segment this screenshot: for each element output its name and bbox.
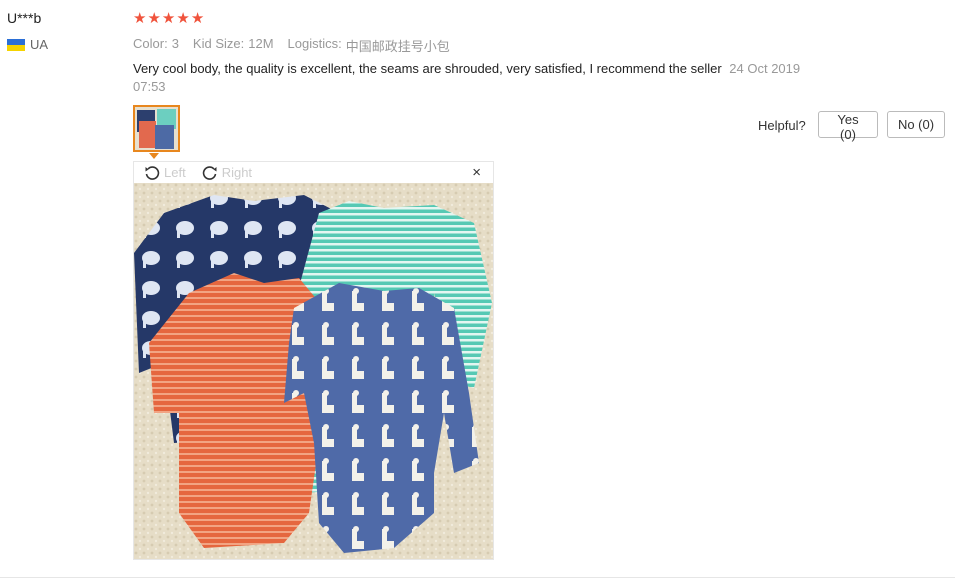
review-divider: [0, 577, 955, 578]
rotate-right-button[interactable]: Right: [202, 165, 252, 181]
star-icon: ★: [190, 10, 205, 27]
star-icon: ★: [147, 10, 161, 27]
thumbnail-image: [135, 107, 178, 150]
review-photo: [134, 183, 493, 559]
viewer-toolbar: Left Right ×: [134, 162, 493, 183]
rotate-left-button[interactable]: Left: [144, 165, 186, 181]
reviewer-country: UA: [7, 37, 48, 52]
thumbnail-pointer: [149, 153, 159, 159]
star-icon: ★: [176, 10, 190, 27]
logistics-value: 中国邮政挂号小包: [345, 39, 450, 54]
ukraine-flag-icon: [7, 38, 25, 51]
review-photo-image: [134, 183, 493, 559]
rotate-right-icon: [202, 165, 217, 180]
logistics-label: Logistics:: [287, 36, 342, 51]
review-text: Very cool body, the quality is excellent…: [133, 61, 722, 76]
size-value: 12M: [248, 36, 274, 51]
rotate-left-label: Left: [164, 165, 186, 180]
rotate-left-icon: [145, 165, 160, 180]
close-viewer-icon[interactable]: ×: [472, 164, 481, 181]
star-rating: ★ ★ ★ ★ ★: [133, 11, 204, 26]
reviewer-name: U***b: [7, 10, 42, 26]
country-code: UA: [30, 37, 49, 52]
rotate-right-label: Right: [221, 165, 253, 180]
helpful-label: Helpful?: [758, 118, 806, 133]
review-photo-thumbnail[interactable]: [133, 105, 180, 152]
star-icon: ★: [133, 10, 147, 27]
photo-viewer: Left Right ×: [133, 161, 494, 560]
color-value: 3: [171, 36, 179, 51]
color-label: Color:: [133, 36, 168, 51]
review-body: Very cool body, the quality is excellent…: [133, 60, 833, 96]
helpful-no-button[interactable]: No (0): [887, 111, 945, 138]
size-label: Kid Size:: [192, 36, 245, 51]
helpful-yes-button[interactable]: Yes (0): [818, 111, 878, 142]
star-icon: ★: [161, 10, 176, 27]
order-attributes: Color: 3 Kid Size: 12M Logistics: 中国邮政挂号…: [133, 36, 464, 55]
